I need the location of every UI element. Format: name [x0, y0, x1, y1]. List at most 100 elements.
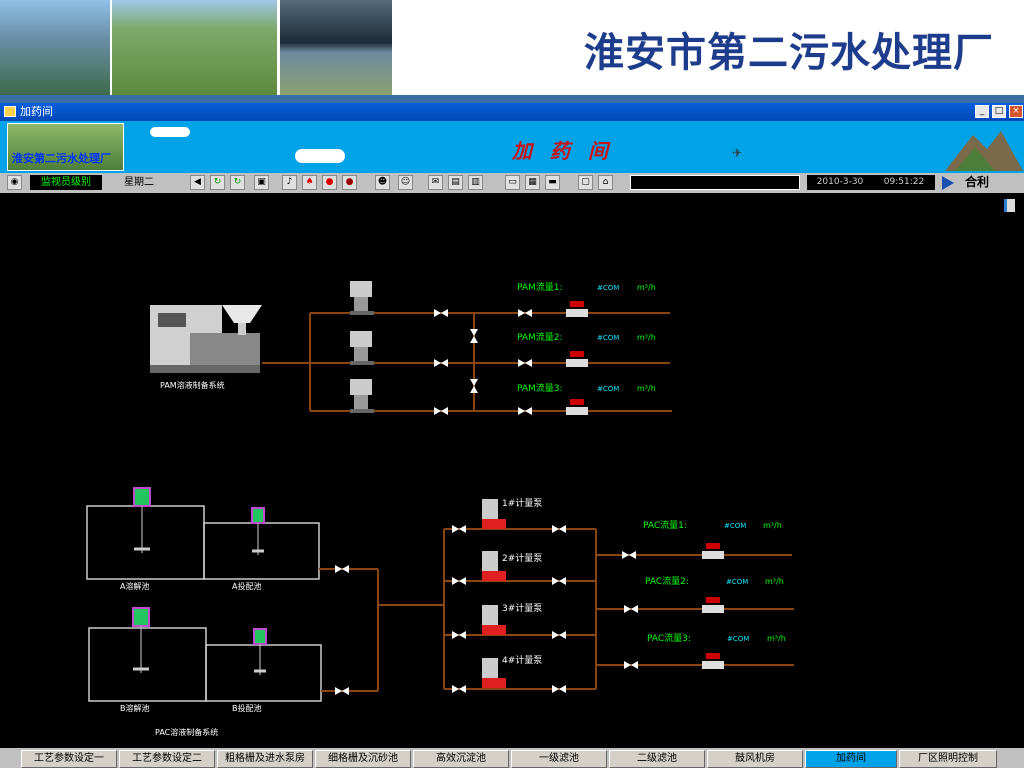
back-arrow-icon[interactable]: ◀ — [190, 175, 205, 190]
pac-flow-1-label: PAC流量1: — [643, 519, 687, 531]
pam-flow-2-value: #COM — [597, 334, 619, 342]
report-icon[interactable]: ▥ — [468, 175, 483, 190]
user-group-icon[interactable]: ☺ — [398, 175, 413, 190]
forward-icon[interactable]: ↻ — [230, 175, 245, 190]
pam-system-label: PAM溶液制备系统 — [160, 380, 225, 390]
plant-photo-3 — [280, 0, 392, 95]
airplane-icon: ✈ — [732, 146, 743, 160]
message-field — [630, 175, 800, 190]
window-app-icon — [4, 106, 16, 117]
pam-pipes — [262, 312, 672, 412]
tank-b-dissolve-label: B溶解池 — [120, 703, 150, 713]
tank-a-dissolve-label: A溶解池 — [120, 581, 149, 591]
pac-flowmeters — [702, 543, 724, 669]
nav-blower-room[interactable]: 鼓风机房 — [707, 750, 803, 768]
pac-flow-2-label: PAC流量2: — [645, 575, 689, 587]
pump-1-label: 1#计量泵 — [502, 497, 542, 509]
nav-filter-2[interactable]: 二级滤池 — [609, 750, 705, 768]
pam-flow-readout: PAM流量1: #COM m³/h PAM流量2: #COM m³/h PAM流… — [517, 281, 656, 394]
computer-icon[interactable]: ▢ — [578, 175, 593, 190]
logo-text: 淮安第二污水处理厂 — [12, 152, 111, 165]
plant-logo: 淮安第二污水处理厂 — [7, 123, 124, 171]
brand-icon — [942, 176, 954, 190]
plant-photo-2 — [112, 0, 277, 95]
pam-pump[interactable] — [350, 281, 374, 315]
mountain-icon — [945, 131, 1023, 171]
car-icon[interactable]: ▬ — [545, 175, 560, 190]
pam-pump[interactable] — [350, 331, 374, 365]
pac-flow-3-value: #COM — [727, 635, 749, 643]
alarm-bell-icon[interactable]: ♠ — [302, 175, 317, 190]
process-diagram: PAM溶液制备系统 PAM流量1: #COM m³/h PAM流量2: #COM… — [0, 193, 1024, 748]
minimize-button[interactable]: _ — [975, 105, 989, 118]
pac-flow-3-unit: m³/h — [767, 634, 786, 643]
pam-prep-machine[interactable] — [150, 305, 262, 373]
pam-flow-3-unit: m³/h — [637, 384, 656, 393]
pac-tanks — [86, 505, 322, 702]
cloud-icon — [295, 149, 345, 163]
speaker-icon[interactable]: ♪ — [282, 175, 297, 190]
screen-title: 加药间 — [512, 139, 626, 163]
tank-a-dosing-label: A投配池 — [232, 581, 261, 591]
time-display: 09:51:22 — [873, 175, 935, 190]
user-icon[interactable]: ☻ — [375, 175, 390, 190]
pam-flow-1-label: PAM流量1: — [517, 281, 563, 293]
toolbar: ◉ 监视员级别 星期二 ◀ ↻ ↻ ▣ ♪ ♠ ● ● ☻ ☺ ✉ ▤ ▥ ▭ … — [0, 173, 1024, 193]
mail-icon[interactable]: ✉ — [428, 175, 443, 190]
pac-flow-3-label: PAC流量3: — [647, 632, 691, 644]
screen-header: 淮安第二污水处理厂 加药间 ✈ — [0, 121, 1024, 173]
pam-flow-2-label: PAM流量2: — [517, 331, 563, 343]
close-button[interactable]: × — [1009, 105, 1023, 118]
exit-door-icon[interactable] — [1004, 199, 1015, 212]
folder-icon[interactable]: ▣ — [254, 175, 269, 190]
brand-name: 合利 — [965, 175, 990, 189]
nav-bar: 工艺参数设定一 工艺参数设定二 粗格栅及进水泵房 细格栅及沉砂池 高效沉淀池 一… — [0, 748, 1024, 768]
nav-filter-1[interactable]: 一级滤池 — [511, 750, 607, 768]
nav-lighting-control[interactable]: 厂区照明控制 — [899, 750, 997, 768]
pam-flow-3-value: #COM — [597, 385, 619, 393]
cloud-icon — [150, 127, 190, 137]
print-icon[interactable]: ▤ — [448, 175, 463, 190]
scada-window: 加药间 _ □ × 淮安第二污水处理厂 加药间 ✈ ◉ 监视员级别 星期二 ◀ … — [0, 103, 1024, 768]
alarm-red-icon[interactable]: ● — [322, 175, 337, 190]
pac-flow-1-unit: m³/h — [763, 521, 782, 530]
pump-3-label: 3#计量泵 — [502, 602, 542, 614]
nav-process-params-1[interactable]: 工艺参数设定一 — [21, 750, 117, 768]
pam-flow-3-label: PAM流量3: — [517, 382, 563, 394]
pam-flowmeters — [566, 301, 588, 415]
pump-2-label: 2#计量泵 — [502, 552, 542, 564]
alarm-dark-icon[interactable]: ● — [342, 175, 357, 190]
home-icon[interactable]: ⌂ — [598, 175, 613, 190]
nav-coarse-screen[interactable]: 粗格栅及进水泵房 — [217, 750, 313, 768]
banner-title: 淮安市第二污水处理厂 — [584, 30, 994, 76]
pac-flow-2-unit: m³/h — [765, 577, 784, 586]
monitor-icon[interactable]: ▭ — [505, 175, 520, 190]
eye-icon[interactable]: ◉ — [7, 175, 22, 190]
nav-sedimentation[interactable]: 高效沉淀池 — [413, 750, 509, 768]
nav-dosing-room[interactable]: 加药间 — [805, 750, 897, 768]
pac-flow-1-value: #COM — [724, 522, 746, 530]
refresh-icon[interactable]: ↻ — [210, 175, 225, 190]
top-banner: 淮安市第二污水处理厂 — [0, 0, 1024, 95]
pam-flow-1-value: #COM — [597, 284, 619, 292]
pac-system-label: PAC溶液制备系统 — [155, 727, 218, 737]
window-titlebar[interactable]: 加药间 _ □ × — [0, 103, 1024, 121]
tank-b-dosing-label: B投配池 — [232, 703, 262, 713]
maximize-button[interactable]: □ — [992, 105, 1006, 118]
pac-flow-2-value: #COM — [726, 578, 748, 586]
user-level: 监视员级别 — [30, 175, 102, 190]
banner-divider — [0, 95, 1024, 103]
pac-flow-readout: PAC流量1: #COM m³/h PAC流量2: #COM m³/h PAC流… — [643, 519, 786, 644]
pam-flow-2-unit: m³/h — [637, 333, 656, 342]
nav-fine-screen[interactable]: 细格栅及沉砂池 — [315, 750, 411, 768]
weekday: 星期二 — [124, 177, 154, 188]
pam-pump[interactable] — [350, 379, 374, 413]
pump-4-label: 4#计量泵 — [502, 654, 542, 666]
plant-photo-1 — [0, 0, 110, 95]
date-display: 2010-3-30 — [807, 175, 873, 190]
window-title: 加药间 — [20, 105, 53, 118]
process-svg: PAM溶液制备系统 PAM流量1: #COM m³/h PAM流量2: #COM… — [86, 281, 794, 737]
nav-process-params-2[interactable]: 工艺参数设定二 — [119, 750, 215, 768]
chart-icon[interactable]: ▦ — [525, 175, 540, 190]
pam-flow-1-unit: m³/h — [637, 283, 656, 292]
